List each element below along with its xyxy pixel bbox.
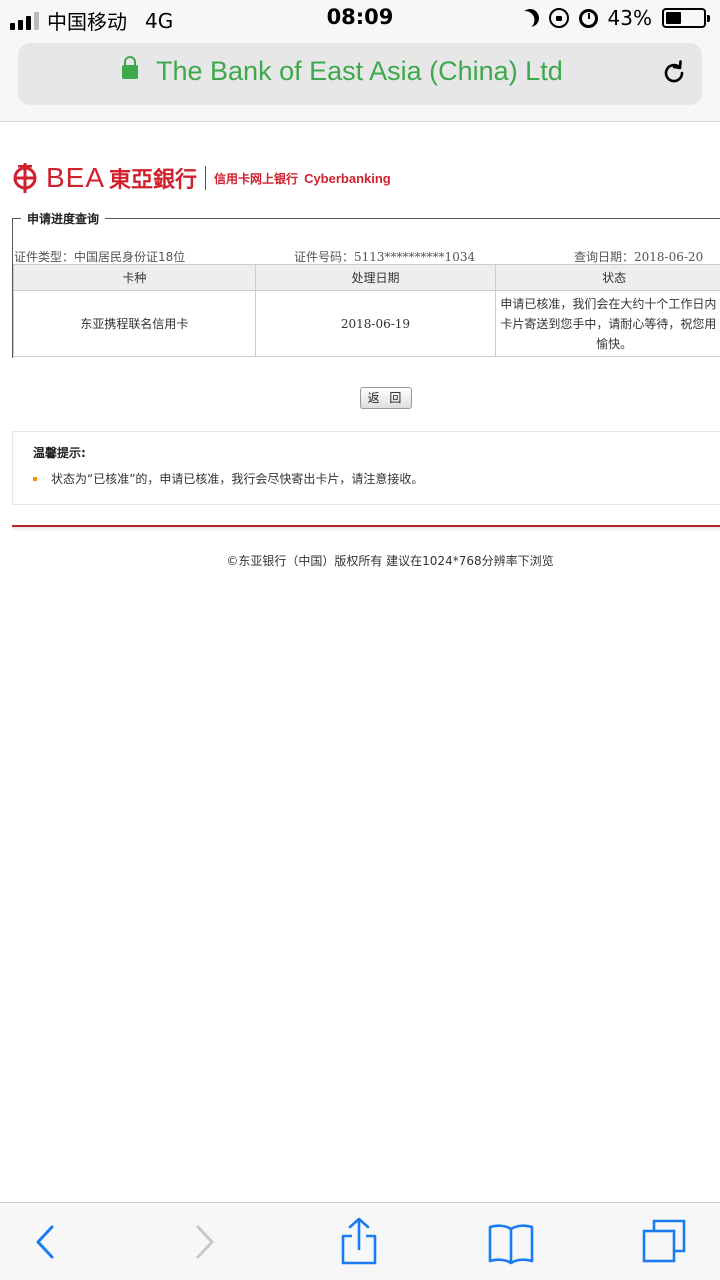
- tabs-icon[interactable]: [640, 1217, 690, 1267]
- secure-lock-icon: [122, 56, 138, 79]
- logo-subtitle-cn: 信用卡网上银行: [214, 171, 299, 186]
- tips-box: 温馨提示: 状态为“已核准”的，申请已核准，我行会尽快寄出卡片，请注意接收。: [12, 431, 720, 505]
- query-date-value: 2018-06-20: [634, 250, 704, 264]
- id-type-value: 中国居民身份证18位: [74, 250, 186, 264]
- share-icon[interactable]: [334, 1217, 384, 1267]
- table-row: 东亚携程联名信用卡 2018-06-19 申请已核准，我们会在大约十个工作日内 …: [13, 290, 720, 357]
- tips-title: 温馨提示:: [33, 446, 86, 460]
- url-field[interactable]: The Bank of East Asia (China) Ltd: [18, 43, 702, 105]
- column-header-card-type: 卡种: [13, 264, 256, 291]
- status-text-line: 申请已核准，我们会在大约十个工作日内: [500, 296, 717, 311]
- status-text-line: 愉快。: [596, 336, 633, 351]
- battery-percent: 43%: [607, 6, 652, 30]
- bullet-icon: [33, 476, 37, 481]
- id-type-label: 证件类型：: [14, 250, 75, 264]
- browser-toolbar: [0, 1202, 720, 1280]
- browser-address-bar: The Bank of East Asia (China) Ltd: [0, 38, 720, 122]
- id-number-info: 证件号码：5113**********1034: [294, 248, 475, 265]
- column-header-process-date: 处理日期: [254, 264, 497, 291]
- logo-divider: [205, 166, 207, 190]
- status-right: 43%: [518, 6, 710, 30]
- id-type-info: 证件类型：中国居民身份证18位: [14, 248, 185, 265]
- status-cell: 申请已核准，我们会在大约十个工作日内 卡片寄送到您手中，请耐心等待，祝您用 愉快…: [495, 290, 720, 357]
- section-title: 申请进度查询: [21, 210, 106, 227]
- column-header-status: 状态: [495, 264, 720, 291]
- query-date-info: 查询日期：2018-06-20: [574, 248, 703, 265]
- logo-subtitle-en: Cyberbanking: [304, 170, 391, 186]
- logo-brand: BEA: [46, 162, 106, 193]
- bea-emblem-icon: [13, 163, 37, 193]
- bank-logo: BEA 東亞銀行 信用卡网上银行 Cyberbanking: [12, 158, 391, 198]
- reload-icon[interactable]: [660, 59, 688, 87]
- forward-icon[interactable]: [180, 1217, 230, 1267]
- tips-item-text: 状态为“已核准”的，申请已核准，我行会尽快寄出卡片，请注意接收。: [51, 472, 424, 486]
- process-date-cell: 2018-06-19: [254, 290, 497, 357]
- back-icon[interactable]: [20, 1217, 70, 1267]
- do-not-disturb-icon: [518, 6, 542, 30]
- bookmarks-icon[interactable]: [486, 1217, 536, 1267]
- battery-icon: [662, 8, 710, 28]
- logo-brand-cn: 東亞銀行: [109, 167, 198, 193]
- table-header-row: 卡种 处理日期 状态: [13, 264, 720, 291]
- query-date-label: 查询日期：: [574, 250, 635, 264]
- tips-item: 状态为“已核准”的，申请已核准，我行会尽快寄出卡片，请注意接收。: [33, 470, 423, 487]
- status-text-line: 卡片寄送到您手中，请耐心等待，祝您用: [500, 316, 717, 331]
- back-button[interactable]: 返 回: [360, 387, 412, 409]
- status-bar: 中国移动 4G 08:09 43%: [0, 0, 720, 38]
- id-number-label: 证件号码：: [294, 250, 355, 264]
- copyright-footer: ©东亚银行（中国）版权所有 建议在1024*768分辨率下浏览: [226, 554, 554, 568]
- alarm-icon: [578, 8, 598, 28]
- application-status-table: 卡种 处理日期 状态 东亚携程联名信用卡 2018-06-19 申请已核准，我们…: [13, 264, 720, 357]
- footer-divider-shadow: [12, 527, 720, 532]
- card-type-cell: 东亚携程联名信用卡: [13, 290, 256, 357]
- id-number-value: 5113**********1034: [354, 250, 476, 264]
- site-name[interactable]: The Bank of East Asia (China) Ltd: [156, 56, 563, 87]
- rotation-lock-icon: [548, 8, 569, 28]
